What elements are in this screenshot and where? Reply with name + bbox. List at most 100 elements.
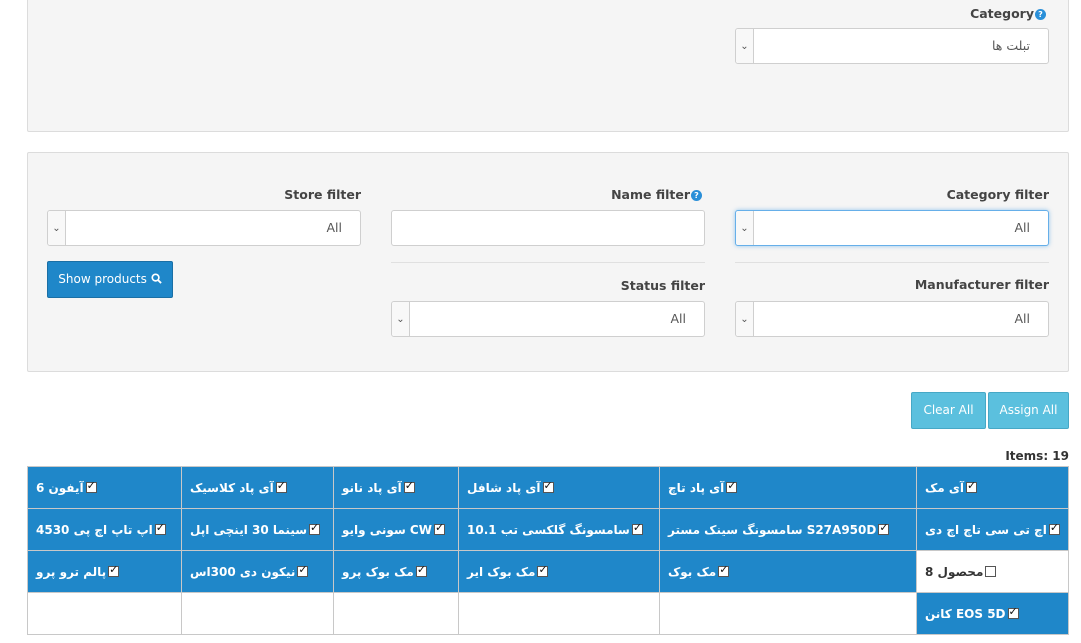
category-panel [27,0,1069,132]
product-name: محصول 8 [925,564,984,579]
search-icon [151,273,162,284]
product-cell[interactable]: سامسونگ گلکسی تب 10.1 [458,508,660,551]
product-cell[interactable]: کانن EOS 5D [916,592,1069,635]
store-filter-value: All [326,220,343,235]
status-filter-value: All [670,311,687,326]
product-cell[interactable]: آی پاد نانو [333,466,459,509]
divider [735,262,1049,263]
product-cell[interactable]: سونی وایو CW [333,508,459,551]
show-products-label: Show products [58,272,147,286]
checkbox-icon[interactable] [154,521,166,535]
chevron-down-icon: ⌄ [736,29,754,63]
category-label: Category [970,6,1034,21]
checkbox-icon[interactable] [108,563,120,577]
product-cell[interactable]: آی پاد کلاسیک [181,466,334,509]
product-cell[interactable]: مک بوک پرو [333,550,459,593]
product-name: کانن EOS 5D [925,606,1006,621]
checkbox-icon[interactable] [1048,521,1060,535]
checkbox-icon[interactable] [415,563,427,577]
product-cell[interactable]: آی پاد تاچ [659,466,917,509]
help-icon[interactable]: ? [691,190,702,201]
product-cell[interactable]: آی پاد شافل [458,466,660,509]
category-select-value: تبلت ها [991,38,1030,53]
product-cell[interactable]: اچ تی سی تاچ اچ دی [916,508,1069,551]
product-name: سونی وایو CW [342,522,432,537]
checkbox-icon[interactable] [309,521,321,535]
table-row: کانن EOS 5D [27,592,1069,635]
product-name: سینما 30 اینچی اپل [190,522,308,537]
category-select[interactable]: ⌄ تبلت ها [735,28,1049,64]
chevron-down-icon: ⌄ [392,302,410,336]
manufacturer-filter-select[interactable]: ⌄ All [735,301,1049,337]
empty-cell [458,592,660,635]
table-row: آیفون 6 آی پاد کلاسیک آی پاد نانو آی پاد شا… [27,466,1069,509]
product-name: پالم ترو پرو [36,564,107,579]
product-name: مک بوک ایر [467,564,536,579]
checkbox-icon[interactable] [275,479,287,493]
product-cell[interactable]: پالم ترو پرو [27,550,182,593]
product-cell[interactable]: مک بوک [659,550,917,593]
status-filter-select[interactable]: ⌄ All [391,301,705,337]
checkbox-icon[interactable] [85,479,97,493]
chevron-down-icon: ⌄ [736,211,754,245]
product-cell[interactable]: مک بوک ایر [458,550,660,593]
product-cell[interactable]: نیکون دی 300اس [181,550,334,593]
empty-cell [181,592,334,635]
manufacturer-filter-label: Manufacturer filter [914,277,1049,292]
product-name: سامسونگ گلکسی تب 10.1 [467,522,630,537]
assign-all-button[interactable]: Assign All [988,392,1069,429]
category-filter-select[interactable]: ⌄ All [735,210,1049,246]
checkbox-icon[interactable] [985,565,997,577]
checkbox-icon[interactable] [631,521,643,535]
product-name: اپ تاپ اچ پی 4530 [36,522,153,537]
checkbox-icon[interactable] [966,479,978,493]
checkbox-icon[interactable] [537,563,549,577]
checkbox-icon[interactable] [403,479,415,493]
product-name: مک بوک پرو [342,564,414,579]
product-name: آی پاد شافل [467,480,541,495]
category-label-row: Category? [970,6,1046,21]
chevron-down-icon: ⌄ [48,211,66,245]
product-cell[interactable]: اپ تاپ اچ پی 4530 [27,508,182,551]
checkbox-icon[interactable] [542,479,554,493]
items-count: Items: 19 [1005,449,1069,463]
clear-all-button[interactable]: Clear All [911,392,986,429]
product-name: آی پاد تاچ [668,480,725,495]
store-filter-select[interactable]: ⌄ All [47,210,361,246]
category-filter-label: Category filter [946,187,1049,202]
name-filter-label-row: Name filter? [611,187,702,202]
manufacturer-filter-value: All [1014,311,1031,326]
product-cell[interactable]: آی مک [916,466,1069,509]
store-filter-label: Store filter [284,187,361,202]
empty-cell [333,592,459,635]
checkbox-icon[interactable] [1007,605,1019,619]
checkbox-icon[interactable] [433,521,445,535]
product-name: آی پاد کلاسیک [190,480,274,495]
product-cell[interactable]: محصول 8 [916,550,1069,593]
category-filter-value: All [1014,220,1031,235]
checkbox-icon[interactable] [297,563,309,577]
chevron-down-icon: ⌄ [736,302,754,336]
checkbox-icon[interactable] [718,563,730,577]
product-name: اچ تی سی تاچ اچ دی [925,522,1047,537]
table-row: پالم ترو پرو نیکون دی 300اس مک بوک پرو مک ب… [27,550,1069,593]
product-name: آی پاد نانو [342,480,402,495]
product-cell[interactable]: آیفون 6 [27,466,182,509]
product-name: آی مک [925,480,965,495]
status-filter-label: Status filter [620,278,705,293]
checkbox-icon[interactable] [878,521,890,535]
product-grid: آیفون 6 آی پاد کلاسیک آی پاد نانو آی پاد شا… [27,466,1069,635]
checkbox-icon[interactable] [726,479,738,493]
product-name: آیفون 6 [36,480,84,495]
product-cell[interactable]: سینما 30 اینچی اپل [181,508,334,551]
empty-cell [27,592,182,635]
show-products-button[interactable]: Show products [47,261,173,298]
help-icon[interactable]: ? [1035,9,1046,20]
product-name: مک بوک [668,564,717,579]
product-cell[interactable]: سامسونگ سینک مستر S27A950D [659,508,917,551]
name-filter-label: Name filter [611,187,690,202]
product-name: نیکون دی 300اس [190,564,296,579]
table-row: اپ تاپ اچ پی 4530 سینما 30 اینچی اپل سونی … [27,508,1069,551]
name-filter-input[interactable] [391,210,705,246]
product-name: سامسونگ سینک مستر S27A950D [668,522,877,537]
